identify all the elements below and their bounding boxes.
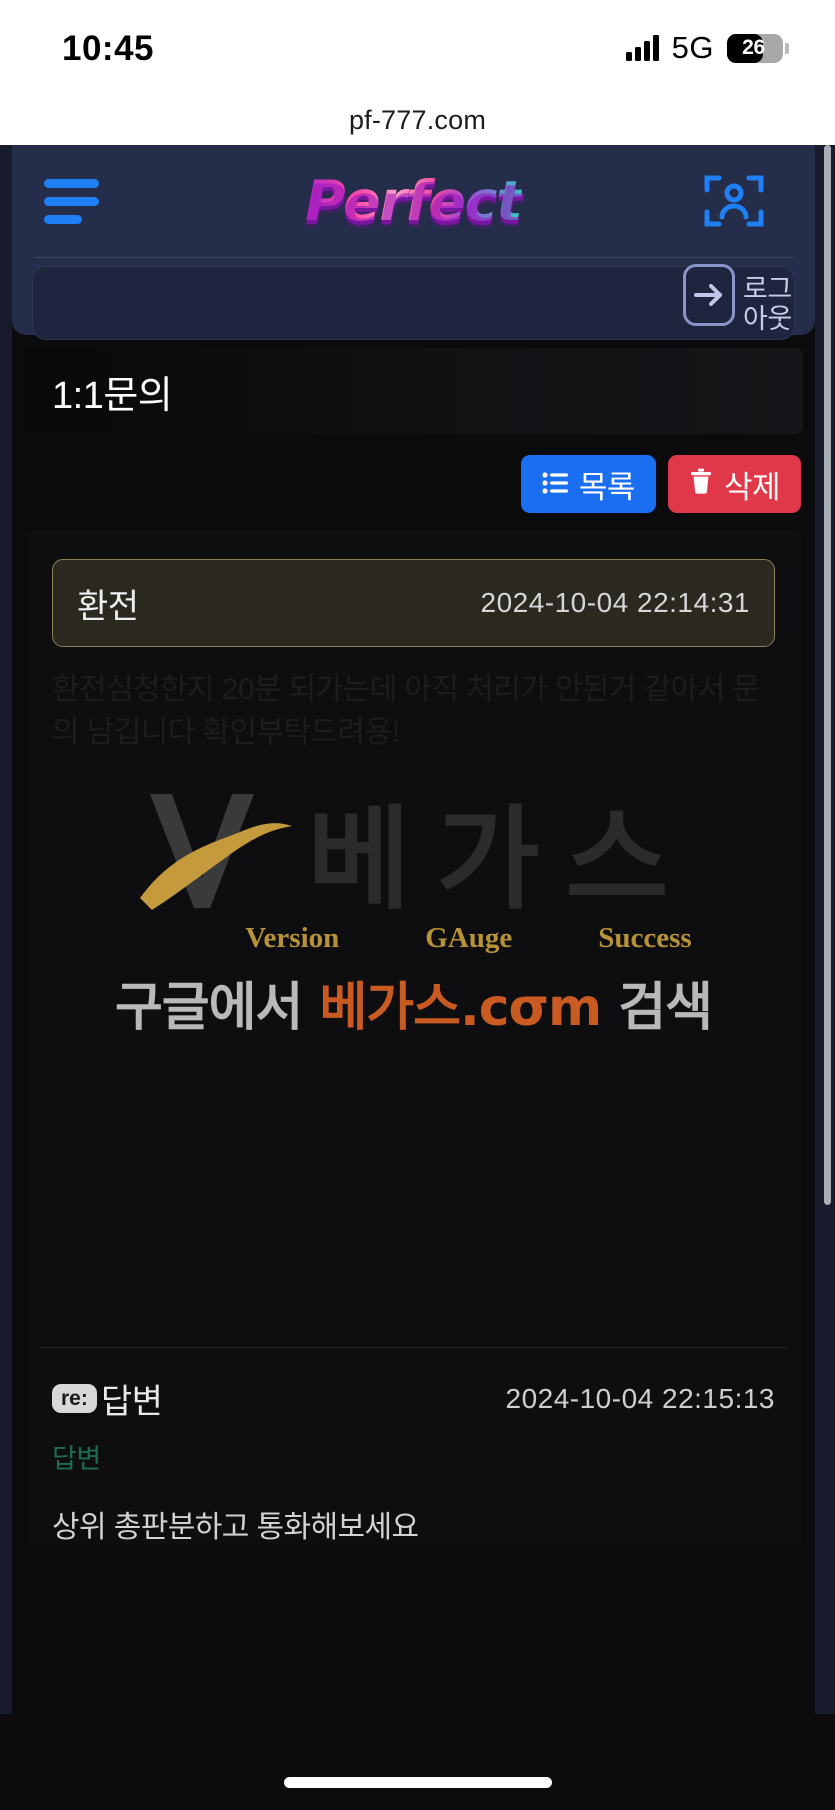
vegas-v-logo-icon — [132, 786, 307, 916]
ad-search-line: 구글에서 베가스.cσm 검색 — [26, 965, 801, 1040]
site-logo[interactable]: Perfect — [305, 169, 522, 233]
page-title: 1:1문의 — [24, 348, 803, 434]
url-text: pf-777.com — [348, 105, 487, 135]
delete-button-label: 삭제 — [723, 469, 781, 505]
page-left-gutter — [0, 145, 12, 1810]
page-title-text: 1:1문의 — [52, 374, 173, 417]
reply-label: 답변 — [52, 1444, 101, 1474]
ad-search-suffix: 검색 — [601, 978, 713, 1039]
ad-sub-labels: Version GAuge Success — [136, 922, 801, 955]
search-input[interactable] — [32, 266, 795, 340]
site-header: Perfect 로그 아웃 — [12, 145, 815, 340]
ad-logo-row: 베가스 — [26, 776, 801, 916]
post-body: 환전심청한지 20분 되가는데 아직 처리가 안된거 같아서 문의 남깁니다 확… — [52, 673, 760, 749]
home-indicator[interactable] — [283, 1777, 552, 1788]
status-right-cluster: 5G 26 — [625, 30, 789, 66]
ios-status-bar: 10:45 5G 26 — [0, 0, 835, 96]
ad-search-prefix: 구글에서 — [114, 978, 320, 1039]
logout-label-line2: 아웃 — [743, 304, 792, 335]
logout-label: 로그 아웃 — [743, 264, 799, 334]
network-type-label: 5G — [671, 30, 714, 65]
list-icon — [542, 466, 568, 502]
post-header: 환전 2024-10-04 22:14:31 — [52, 559, 775, 647]
status-time: 10:45 — [62, 28, 155, 68]
reply-badge: re: — [52, 1384, 97, 1413]
advertisement-banner[interactable]: 베가스 Version GAuge Success 구글에서 베가스.cσm 검… — [26, 776, 801, 1038]
ad-brand-korean: 베가스 — [307, 795, 695, 926]
list-button[interactable]: 목록 — [520, 455, 656, 513]
post-panel: 환전 2024-10-04 22:14:31 환전심청한지 20분 되가는데 아… — [26, 531, 801, 1546]
battery-percent-label: 26 — [742, 36, 765, 59]
reply-block: re: 답변 2024-10-04 22:15:13 답변 상위 총판분하고 통… — [26, 1347, 801, 1546]
reply-header: re: 답변 2024-10-04 22:15:13 — [26, 1348, 801, 1423]
logout-button[interactable]: 로그 아웃 — [683, 264, 799, 334]
phone-screen: 10:45 5G 26 pf-777.com Perfect 로그 아웃 1:1… — [0, 0, 835, 1810]
reply-title-wrap: re: 답변 — [52, 1374, 163, 1423]
browser-url-bar[interactable]: pf-777.com — [0, 96, 835, 145]
reply-title: 답변 — [100, 1383, 163, 1421]
list-button-label: 목록 — [578, 469, 636, 505]
trash-icon — [689, 466, 713, 502]
vertical-scrollbar[interactable] — [824, 145, 831, 1205]
site-header-top: Perfect — [12, 145, 815, 257]
reply-body: 상위 총판분하고 통화해보세요 — [52, 1511, 419, 1544]
action-bar: 목록 삭제 — [12, 434, 815, 531]
logout-arrow-icon — [683, 264, 735, 326]
battery-icon: 26 — [727, 33, 789, 63]
face-id-icon[interactable] — [703, 170, 765, 232]
site-header-bottom: 로그 아웃 — [12, 258, 815, 340]
reply-date: 2024-10-04 22:15:13 — [505, 1382, 775, 1414]
ad-sub-label-1: GAuge — [425, 922, 513, 955]
ad-sub-label-0: Version — [245, 922, 340, 955]
hamburger-menu-icon[interactable] — [38, 173, 105, 230]
bottom-safe-area — [0, 1714, 835, 1810]
cellular-bars-icon — [625, 35, 659, 61]
delete-button[interactable]: 삭제 — [667, 455, 801, 513]
post-date: 2024-10-04 22:14:31 — [480, 587, 750, 618]
ad-sub-label-2: Success — [598, 922, 692, 955]
post-title: 환전 — [77, 587, 139, 626]
ad-search-brand: 베가스.cσm — [319, 978, 602, 1039]
web-page-viewport: Perfect 로그 아웃 1:1문의 목록 삭제 환전 2024-10-04 … — [0, 145, 835, 1810]
logout-label-line1: 로그 — [743, 274, 792, 304]
